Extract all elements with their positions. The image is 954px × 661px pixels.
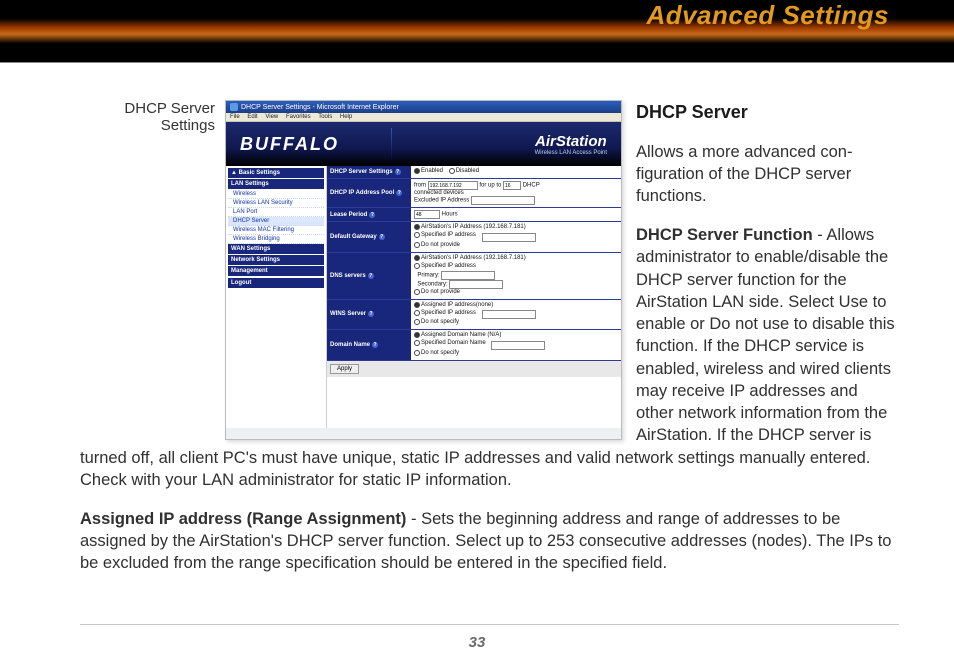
sidebar-item-bridge[interactable]: Wireless Bridging <box>228 235 324 244</box>
lbl-dns: DNS servers <box>330 273 366 279</box>
lbl-dhcp-func: DHCP Server Settings <box>330 169 393 175</box>
gw-opt3[interactable]: Do not provide <box>414 242 460 248</box>
ie-titlebar: DHCP Server Settings - Microsoft Interne… <box>226 101 621 113</box>
lease-value[interactable] <box>414 210 440 219</box>
radio-disabled[interactable]: Disabled <box>449 168 479 174</box>
row-dhcp-func: DHCP Server Settings? Enabled Disabled <box>327 166 621 179</box>
menu-file[interactable]: File <box>230 114 240 120</box>
sidebar-item-wireless[interactable]: Wireless <box>228 190 324 199</box>
lbl-domain: Domain Name <box>330 342 370 348</box>
sidebar-mgmt-header[interactable]: Management <box>228 266 324 276</box>
help-icon[interactable]: ? <box>379 234 385 240</box>
dom-opt1[interactable]: Assigned Domain Name (N/A) <box>414 332 501 338</box>
help-icon[interactable]: ? <box>396 190 402 196</box>
pool-forup: for up to <box>479 183 501 189</box>
airstation-sub: Wireless LAN Access Point <box>535 150 607 156</box>
dns-sec-input[interactable] <box>449 280 503 289</box>
lease-unit: Hours <box>442 212 458 218</box>
radio-enabled[interactable]: Enabled <box>414 168 443 174</box>
page-number: 33 <box>0 634 954 651</box>
help-icon[interactable]: ? <box>369 212 375 218</box>
row-domain: Domain Name? Assigned Domain Name (N/A) … <box>327 330 621 361</box>
lbl-gateway: Default Gateway <box>330 234 377 240</box>
airstation-logo: AirStation Wireless LAN Access Point <box>535 133 607 156</box>
menu-view[interactable]: View <box>265 114 278 120</box>
help-icon[interactable]: ? <box>368 273 374 279</box>
wins-opt3[interactable]: Do not specify <box>414 319 459 325</box>
menu-edit[interactable]: Edit <box>247 114 257 120</box>
pool-dhcp: DHCP <box>523 183 540 189</box>
page-title: Advanced Settings <box>646 0 889 31</box>
airstation-title: AirStation <box>535 133 607 150</box>
p2-bold: DHCP Server Function <box>636 226 813 244</box>
wins-spec-input[interactable] <box>482 310 536 319</box>
row-dns: DNS servers? AirStation's IP Address (19… <box>327 253 621 300</box>
sidebar-item-wlan-sec[interactable]: Wireless LAN Security <box>228 199 324 208</box>
row-gateway: Default Gateway? AirStation's IP Address… <box>327 222 621 253</box>
ie-window-title: DHCP Server Settings - Microsoft Interne… <box>241 104 399 111</box>
row-wins: WINS Server? Assigned IP address(none) S… <box>327 300 621 331</box>
caption-line-2: Settings <box>161 117 215 134</box>
gw-opt2[interactable]: Specified IP address <box>414 232 476 238</box>
menu-tools[interactable]: Tools <box>318 114 332 120</box>
sidebar-basic[interactable]: ▲ Basic Settings <box>228 168 324 178</box>
pool-excl-input[interactable] <box>471 196 535 205</box>
pool-from: from <box>414 183 426 189</box>
sidebar-item-lan-port[interactable]: LAN Port <box>228 208 324 217</box>
embedded-screenshot: DHCP Server Settings - Microsoft Interne… <box>225 100 622 440</box>
content-area: DHCP Server Settings DHCP Server Setting… <box>80 100 899 591</box>
dns-opt1[interactable]: AirStation's IP Address (192.168.7.181) <box>414 255 526 261</box>
pool-conn: connected devices <box>414 190 464 196</box>
lbl-wins: WINS Server <box>330 311 366 317</box>
pool-count[interactable] <box>503 181 521 190</box>
row-lease: Lease Period? Hours <box>327 208 621 222</box>
ie-menubar: File Edit View Favorites Tools Help <box>226 113 621 122</box>
brand-banner: BUFFALO AirStation Wireless LAN Access P… <box>226 122 621 166</box>
sidebar-item-dhcp[interactable]: DHCP Server <box>228 217 324 226</box>
menu-favorites[interactable]: Favorites <box>286 114 311 120</box>
help-icon[interactable]: ? <box>368 311 374 317</box>
dom-spec-input[interactable] <box>491 341 545 350</box>
dns-pri-input[interactable] <box>441 271 495 280</box>
dns-opt2[interactable]: Specified IP address <box>414 263 476 269</box>
p3-bold: Assigned IP address (Range Assignment) <box>80 510 406 528</box>
sidebar-logout[interactable]: Logout <box>228 278 324 288</box>
dom-opt2[interactable]: Specified Domain Name <box>414 340 486 346</box>
wins-opt2[interactable]: Specified IP address <box>414 310 476 316</box>
figure-caption: DHCP Server Settings <box>80 100 215 134</box>
lbl-lease: Lease Period <box>330 212 367 218</box>
pool-from-ip[interactable] <box>428 181 478 190</box>
gw-opt1[interactable]: AirStation's IP Address (192.168.7.181) <box>414 224 526 230</box>
wins-opt1[interactable]: Assigned IP address(none) <box>414 302 493 308</box>
menu-help[interactable]: Help <box>340 114 352 120</box>
paragraph-3: Assigned IP address (Range Assignment) -… <box>80 508 899 575</box>
sidebar-net-header[interactable]: Network Settings <box>228 255 324 265</box>
sidebar-wan-header[interactable]: WAN Settings <box>228 244 324 254</box>
help-icon[interactable]: ? <box>372 342 378 348</box>
dns-pri-lbl: Primary: <box>417 272 439 278</box>
pool-excl: Excluded IP Address <box>414 198 469 204</box>
dom-opt3[interactable]: Do not specify <box>414 350 459 356</box>
sidebar-lan-header[interactable]: LAN Settings <box>228 179 324 189</box>
caption-line-1: DHCP Server <box>124 100 215 117</box>
footer-rule <box>80 624 899 625</box>
help-icon[interactable]: ? <box>395 169 401 175</box>
dns-opt3[interactable]: Do not provide <box>414 289 460 295</box>
row-pool: DHCP IP Address Pool? from for up to DHC… <box>327 179 621 208</box>
header-rule <box>0 62 954 63</box>
sidebar: ▲ Basic Settings LAN Settings Wireless W… <box>226 166 327 428</box>
apply-button[interactable]: Apply <box>330 364 359 374</box>
sidebar-item-mac[interactable]: Wireless MAC Filtering <box>228 226 324 235</box>
apply-bar: Apply <box>327 361 621 377</box>
ie-icon <box>230 103 238 111</box>
gw-spec-input[interactable] <box>482 233 536 242</box>
lbl-pool: DHCP IP Address Pool <box>330 190 394 196</box>
buffalo-logo: BUFFALO <box>240 134 339 155</box>
dns-sec-lbl: Secondary: <box>417 281 447 287</box>
app-body: ▲ Basic Settings LAN Settings Wireless W… <box>226 166 621 428</box>
settings-panel: DHCP Server Settings? Enabled Disabled D… <box>327 166 621 428</box>
